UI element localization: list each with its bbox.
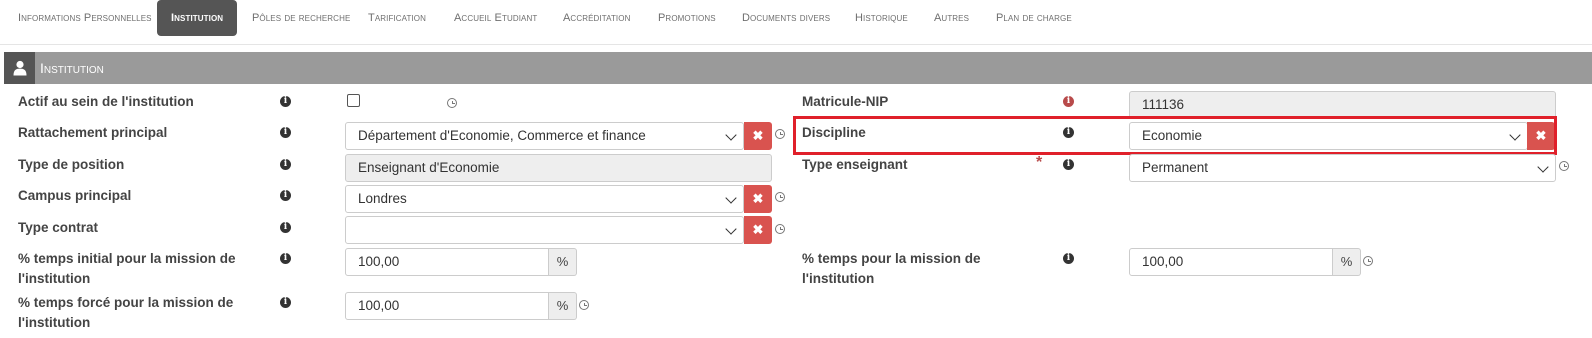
info-icon[interactable]: i xyxy=(1063,253,1074,264)
clear-campus-button[interactable]: ✖ xyxy=(744,185,772,213)
chevron-down-icon xyxy=(725,223,737,235)
tab-bar: Informations Personnelles Institution Pô… xyxy=(0,0,1592,45)
tab-poles-de-recherche[interactable]: Pôles de recherche xyxy=(252,0,350,36)
tab-institution[interactable]: Institution xyxy=(157,0,238,36)
temps-mission-label-line2: l'institution xyxy=(802,271,875,286)
temps-force-label: % temps forcé pour la mission de l'insti… xyxy=(18,293,233,333)
info-icon[interactable]: i xyxy=(1063,159,1074,170)
discipline-label: Discipline xyxy=(802,125,866,140)
chevron-down-icon xyxy=(725,192,737,204)
info-icon[interactable]: i xyxy=(280,222,291,233)
rattachement-select[interactable]: Département d'Economie, Commerce et fina… xyxy=(345,122,744,150)
info-icon[interactable]: i xyxy=(1063,127,1074,138)
rattachement-value: Département d'Economie, Commerce et fina… xyxy=(358,128,646,143)
tab-accueil-etudiant[interactable]: Accueil Etudiant xyxy=(454,0,537,36)
section-header: Institution xyxy=(4,52,1592,84)
tab-tarification[interactable]: Tarification xyxy=(368,0,426,36)
info-icon[interactable]: i xyxy=(280,253,291,264)
percent-addon: % xyxy=(549,292,577,320)
discipline-value: Economie xyxy=(1142,128,1203,143)
temps-mission-label: % temps pour la mission de l'institution xyxy=(802,249,981,289)
matricule-field: 111136 xyxy=(1129,91,1556,119)
campus-label: Campus principal xyxy=(18,188,132,203)
tab-autres[interactable]: Autres xyxy=(934,0,969,36)
temps-initial-label-line1: % temps initial pour la mission de xyxy=(18,251,236,266)
info-icon[interactable]: i xyxy=(280,127,291,138)
history-clock-icon[interactable] xyxy=(1559,161,1569,171)
info-icon[interactable]: i xyxy=(1063,96,1074,107)
tab-accreditation[interactable]: Accréditation xyxy=(563,0,630,36)
type-position-label: Type de position xyxy=(18,157,125,172)
tab-promotions[interactable]: Promotions xyxy=(658,0,716,36)
chevron-down-icon xyxy=(1509,129,1521,141)
campus-value: Londres xyxy=(358,191,407,206)
temps-initial-input[interactable]: 100,00 xyxy=(345,248,549,276)
temps-initial-label: % temps initial pour la mission de l'ins… xyxy=(18,249,236,289)
info-icon[interactable]: i xyxy=(280,96,291,107)
temps-force-input[interactable]: 100,00 xyxy=(345,292,549,320)
clear-type-contrat-button[interactable]: ✖ xyxy=(744,216,772,244)
user-icon xyxy=(4,52,35,84)
rattachement-label: Rattachement principal xyxy=(18,125,168,140)
percent-addon: % xyxy=(549,248,577,276)
history-clock-icon[interactable] xyxy=(579,300,589,310)
temps-force-label-line1: % temps forcé pour la mission de xyxy=(18,295,234,310)
type-enseignant-label: Type enseignant xyxy=(802,157,908,172)
type-enseignant-value: Permanent xyxy=(1142,160,1209,175)
temps-mission-input[interactable]: 100,00 xyxy=(1129,248,1333,276)
percent-addon: % xyxy=(1333,248,1361,276)
history-clock-icon[interactable] xyxy=(1363,256,1373,266)
discipline-select[interactable]: Economie xyxy=(1129,122,1528,150)
actif-checkbox[interactable] xyxy=(347,94,360,107)
actif-label: Actif au sein de l'institution xyxy=(18,94,194,109)
campus-select[interactable]: Londres xyxy=(345,185,744,213)
clear-discipline-button[interactable]: ✖ xyxy=(1527,122,1555,150)
section-title: Institution xyxy=(40,60,104,76)
type-contrat-select[interactable] xyxy=(345,216,744,244)
clear-rattachement-button[interactable]: ✖ xyxy=(744,122,772,150)
info-icon[interactable]: i xyxy=(280,297,291,308)
type-enseignant-select[interactable]: Permanent xyxy=(1129,154,1556,182)
history-clock-icon[interactable] xyxy=(447,98,457,108)
tab-historique[interactable]: Historique xyxy=(855,0,908,36)
temps-initial-label-line2: l'institution xyxy=(18,271,91,286)
history-clock-icon[interactable] xyxy=(775,224,785,234)
chevron-down-icon xyxy=(1537,161,1549,173)
info-icon[interactable]: i xyxy=(280,159,291,170)
type-position-field: Enseignant d'Economie xyxy=(345,154,772,182)
tab-plan-de-charge[interactable]: Plan de charge xyxy=(996,0,1072,36)
temps-force-label-line2: l'institution xyxy=(18,315,91,330)
required-asterisk: * xyxy=(1036,154,1043,171)
tab-informations-personnelles[interactable]: Informations Personnelles xyxy=(18,0,152,36)
history-clock-icon[interactable] xyxy=(775,192,785,202)
temps-mission-label-line1: % temps pour la mission de xyxy=(802,251,981,266)
matricule-label: Matricule-NIP xyxy=(802,94,889,109)
info-icon[interactable]: i xyxy=(280,190,291,201)
chevron-down-icon xyxy=(725,129,737,141)
type-contrat-label: Type contrat xyxy=(18,220,99,235)
tab-documents-divers[interactable]: Documents divers xyxy=(742,0,830,36)
history-clock-icon[interactable] xyxy=(775,129,785,139)
